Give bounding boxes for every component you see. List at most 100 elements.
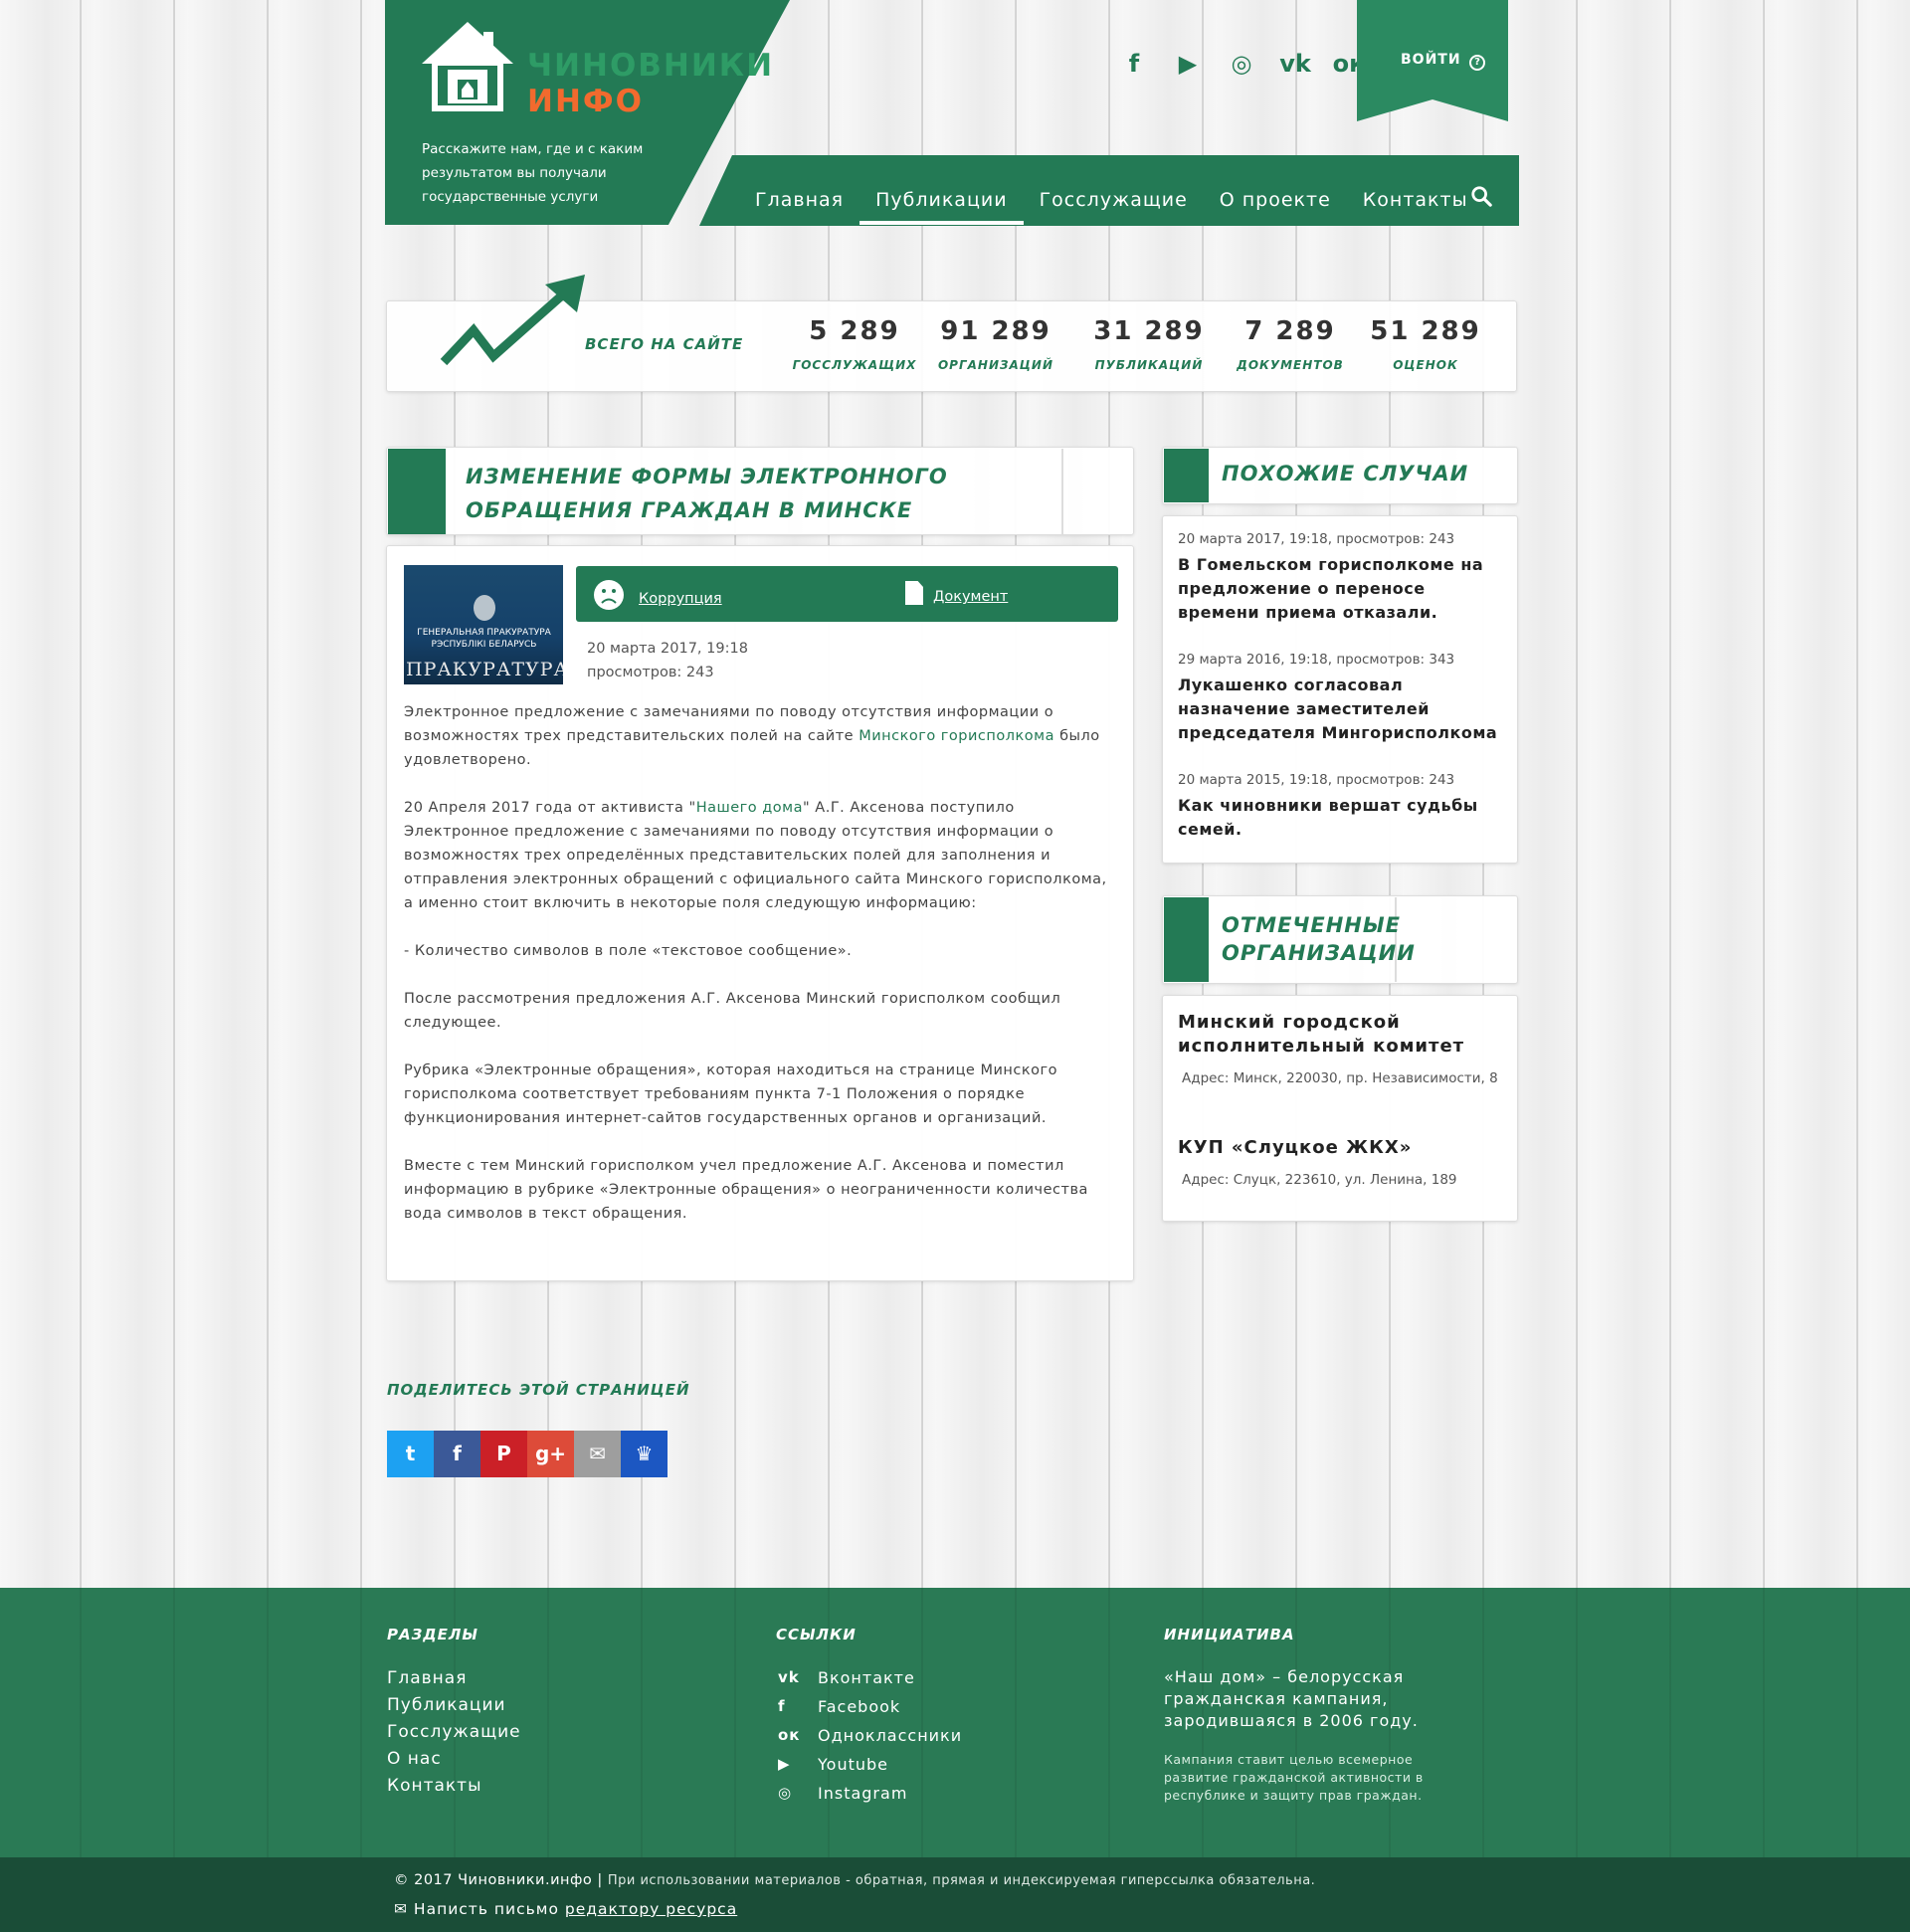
facebook-icon[interactable]: f	[434, 1431, 480, 1477]
similar-item[interactable]: 20 марта 2017, 19:18, просмотров: 243 В …	[1178, 531, 1506, 625]
article-paragraph: 20 Апреля 2017 года от активиста "Нашего…	[404, 796, 1120, 915]
search-icon[interactable]	[1470, 185, 1492, 207]
email-icon[interactable]: ✉	[574, 1431, 621, 1477]
footer-link-about[interactable]: О нас	[387, 1746, 521, 1773]
case-title[interactable]: Как чиновники вершат судьбы семей.	[1178, 794, 1506, 842]
crown-icon[interactable]: ♛	[621, 1431, 668, 1477]
nav-item-officials[interactable]: Госслужащие	[1024, 185, 1204, 225]
stat-documents: 7 289 ДОКУМЕНТОВ	[1226, 316, 1355, 372]
googleplus-icon[interactable]: g+	[527, 1431, 574, 1477]
text: 20 Апреля 2017 года от активиста "	[404, 800, 696, 816]
org-item[interactable]: Минский городской исполнительный комитет…	[1178, 1011, 1506, 1090]
site-tagline: Расскажите нам, где и с каким результато…	[422, 141, 644, 205]
text: " А.Г. Аксенова поступило Электронное пр…	[404, 800, 1107, 911]
nav-item-contacts[interactable]: Контакты	[1347, 185, 1484, 225]
footer-social-instagram[interactable]: ◎ Instagram	[778, 1779, 962, 1808]
orgs-title-line1: ОТМЕЧЕННЫЕ	[1222, 913, 1401, 937]
mail-text: Написть письмо	[413, 1900, 565, 1918]
article-paragraph: Электронное предложение с замечаниями по…	[404, 700, 1120, 772]
similar-item[interactable]: 20 марта 2015, 19:18, просмотров: 243 Ка…	[1178, 772, 1506, 842]
footer-social-label[interactable]: Вконтакте	[818, 1663, 915, 1692]
footer-sections-title: РАЗДЕЛЫ	[387, 1626, 478, 1643]
orgs-title-line2: ОРГАНИЗАЦИИ	[1222, 941, 1416, 965]
footer-social-links: vk Вконтакте f Facebook ок Одноклассники ▶ Y…	[778, 1663, 962, 1808]
facebook-icon[interactable]: f	[1114, 48, 1154, 80]
main-nav: Главная Публикации Госслужащие О проекте…	[739, 185, 1484, 225]
stat-label: ДОКУМЕНТОВ	[1237, 358, 1344, 372]
share-buttons: t f P g+ ✉ ♛	[387, 1431, 668, 1477]
footer-link-home[interactable]: Главная	[387, 1665, 521, 1692]
footer-social-label[interactable]: Instagram	[818, 1779, 907, 1808]
stat-value: 91 289	[940, 316, 1051, 346]
footer-link-officials[interactable]: Госслужащие	[387, 1719, 521, 1746]
nav-item-about[interactable]: О проекте	[1204, 185, 1347, 225]
footer-sections: Главная Публикации Госслужащие О нас Кон…	[387, 1665, 521, 1800]
mail-line: ✉ Написть письмо редактору ресурса	[394, 1900, 737, 1918]
similar-item[interactable]: 29 марта 2016, 19:18, просмотров: 343 Лу…	[1178, 652, 1506, 745]
stat-label: ОРГАНИЗАЦИЙ	[937, 358, 1054, 372]
twitter-icon[interactable]: t	[387, 1431, 434, 1477]
logo-title-line1[interactable]: ЧИНОВНИКИ	[527, 48, 774, 84]
stat-label: ГОССЛУЖАЩИХ	[792, 358, 917, 372]
article-meta: 20 марта 2017, 19:18 просмотров: 243	[587, 637, 748, 684]
footer-social-vk[interactable]: vk Вконтакте	[778, 1663, 962, 1692]
article-views: просмотров: 243	[587, 665, 714, 680]
house-logo-icon[interactable]	[418, 18, 517, 117]
emblem-icon	[474, 595, 495, 621]
editor-mail-link[interactable]: редактору ресурса	[565, 1900, 737, 1918]
copyright-note: При использовании материалов - обратная,…	[607, 1873, 1316, 1888]
case-meta: 20 марта 2017, 19:18, просмотров: 243	[1178, 531, 1455, 547]
org-address: Адрес: Слуцк, 223610, ул. Ленина, 189	[1182, 1172, 1457, 1188]
trend-arrow-icon	[440, 275, 585, 366]
org-address: Адрес: Минск, 220030, пр. Независимости,…	[1182, 1070, 1498, 1086]
image-word: ПРАКУРАТУРА	[406, 659, 563, 680]
stat-ratings: 51 289 ОЦЕНОК	[1361, 316, 1490, 372]
help-icon[interactable]: ?	[1469, 55, 1485, 71]
footer-link-contacts[interactable]: Контакты	[387, 1773, 521, 1800]
document-link[interactable]: Документ	[933, 589, 1008, 605]
instagram-icon[interactable]: ◎	[1222, 48, 1261, 80]
minsk-gorispolkom-link[interactable]: Минского горисполкома	[859, 728, 1054, 744]
odnoklassniki-icon: ок	[778, 1726, 801, 1744]
vk-icon: vk	[778, 1668, 800, 1686]
footer-social-label[interactable]: Youtube	[818, 1750, 888, 1779]
category-link[interactable]: Коррупция	[639, 591, 722, 607]
article-paragraph: Рубрика «Электронные обращения», которая…	[404, 1063, 1057, 1126]
orgs-accent	[1164, 897, 1209, 982]
youtube-icon[interactable]: ▶	[1168, 48, 1208, 80]
org-item[interactable]: КУП «Слуцкое ЖКХ» Адрес: Слуцк, 223610, …	[1178, 1136, 1506, 1192]
orgs-title: ОТМЕЧЕННЫЕ ОРГАНИЗАЦИИ	[1222, 911, 1416, 967]
logo-title-line2[interactable]: ИНФО	[527, 84, 644, 119]
nav-item-publications[interactable]: Публикации	[860, 185, 1024, 225]
footer-social-youtube[interactable]: ▶ Youtube	[778, 1750, 962, 1779]
nav-item-home[interactable]: Главная	[739, 185, 860, 225]
vk-icon[interactable]: vk	[1275, 48, 1315, 80]
login-button[interactable]: ВОЙТИ	[1401, 52, 1461, 68]
footer-social-ok[interactable]: ок Одноклассники	[778, 1721, 962, 1750]
pinterest-icon[interactable]: P	[480, 1431, 527, 1477]
bottom-bar	[0, 1857, 1910, 1932]
stat-officials: 5 289 ГОССЛУЖАЩИХ	[790, 316, 919, 372]
image-caption: ГЕНЕРАЛЬНАЯ ПРАКУРАТУРА РЭСПУБЛІКІ БЕЛАР…	[417, 628, 551, 650]
stats-label: ВСЕГО НА САЙТЕ	[585, 335, 744, 353]
stat-value: 31 289	[1093, 316, 1205, 346]
footer-social-facebook[interactable]: f Facebook	[778, 1692, 962, 1721]
header-socials: f ▶ ◎ vk ок	[1114, 48, 1369, 80]
case-title[interactable]: Лукашенко согласовал назначение заместит…	[1178, 674, 1506, 745]
article-image[interactable]: ГЕНЕРАЛЬНАЯ ПРАКУРАТУРА РЭСПУБЛІКІ БЕЛАР…	[404, 565, 563, 684]
case-meta: 29 марта 2016, 19:18, просмотров: 343	[1178, 652, 1455, 668]
org-name[interactable]: КУП «Слуцкое ЖКХ»	[1178, 1136, 1506, 1160]
footer-initiative-small: Кампания ставит целью всемерное развитие…	[1164, 1752, 1424, 1803]
sad-face-icon	[594, 580, 624, 610]
footer-link-publications[interactable]: Публикации	[387, 1692, 521, 1719]
document-icon	[905, 581, 923, 605]
footer-social-label[interactable]: Одноклассники	[818, 1721, 962, 1750]
nash-dom-link[interactable]: Нашего дома	[696, 800, 803, 816]
footer-links-title: ССЫЛКИ	[776, 1626, 857, 1643]
case-title[interactable]: В Гомельском горисполкоме на предложение…	[1178, 553, 1506, 625]
similar-accent	[1164, 449, 1209, 502]
footer-social-label[interactable]: Facebook	[818, 1692, 900, 1721]
title-accent	[388, 449, 446, 534]
org-name[interactable]: Минский городской исполнительный комитет	[1178, 1011, 1506, 1059]
stat-publications: 31 289 ПУБЛИКАЦИЙ	[1084, 316, 1214, 372]
